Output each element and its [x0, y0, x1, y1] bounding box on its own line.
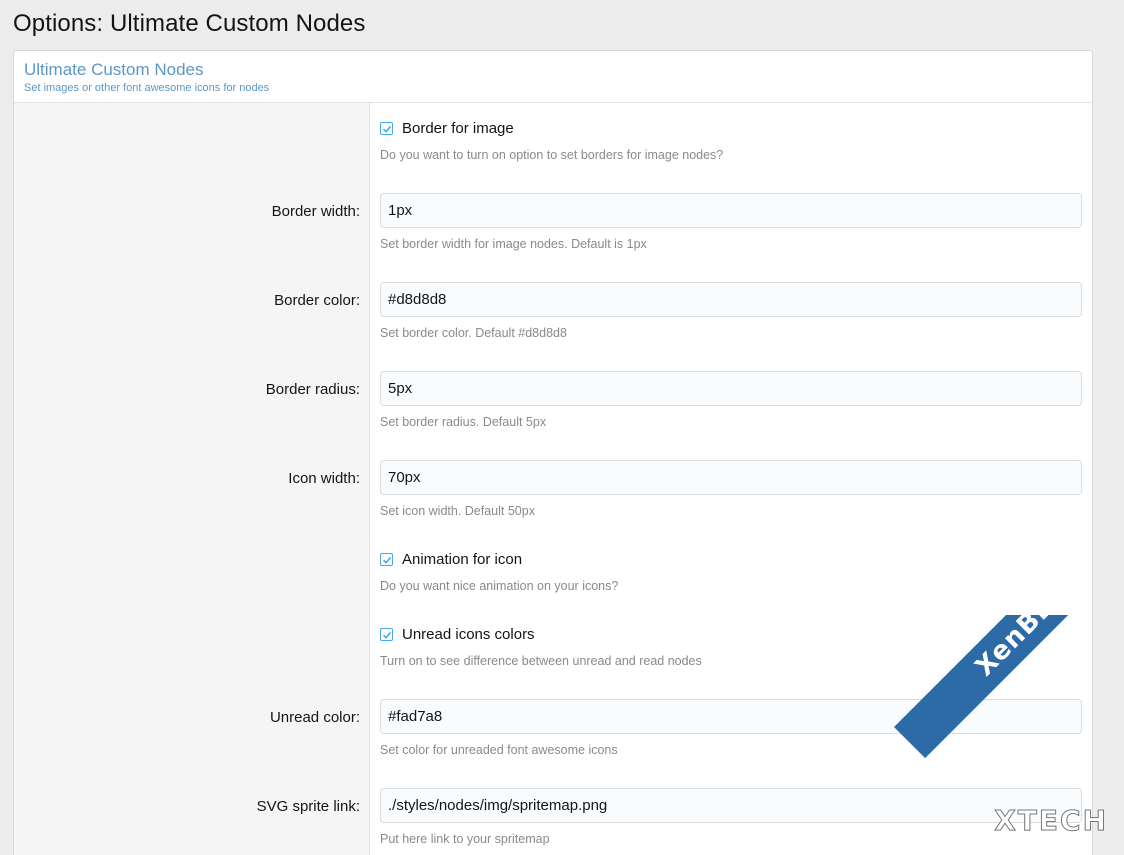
border-radius-label: Border radius:: [265, 381, 360, 398]
unread-icons-colors-checkbox[interactable]: [380, 628, 393, 641]
unread-icons-colors-label: Unread icons colors: [402, 626, 535, 643]
watermark-corner-text: XTECH: [994, 804, 1108, 838]
checkmark-icon: [382, 631, 391, 639]
block-header: Ultimate Custom Nodes Set images or othe…: [14, 51, 1092, 103]
unread-color-input[interactable]: [380, 699, 1082, 734]
border-color-label: Border color:: [274, 292, 360, 309]
border-width-input[interactable]: [380, 193, 1082, 228]
animation-for-icon-label: Animation for icon: [402, 551, 523, 568]
border-color-input[interactable]: [380, 282, 1082, 317]
page-title: Options: Ultimate Custom Nodes: [13, 10, 366, 37]
block-title: Ultimate Custom Nodes: [24, 60, 204, 79]
unread-color-label: Unread color:: [269, 709, 360, 726]
block-description: Set images or other font awesome icons f…: [24, 82, 270, 94]
border-color-hint: Set border color. Default #d8d8d8: [380, 326, 567, 340]
border-width-label: Border width:: [271, 203, 360, 220]
animation-for-icon-hint: Do you want nice animation on your icons…: [380, 579, 619, 593]
unread-color-hint: Set color for unreaded font awesome icon…: [380, 743, 618, 757]
animation-for-icon-option[interactable]: Animation for icon: [380, 551, 522, 568]
unread-icons-colors-hint: Turn on to see difference between unread…: [380, 654, 702, 668]
border-for-image-hint: Do you want to turn on option to set bor…: [380, 148, 724, 162]
options-block: Ultimate Custom Nodes Set images or othe…: [13, 50, 1093, 855]
icon-width-input[interactable]: [380, 460, 1082, 495]
icon-width-label: Icon width:: [288, 470, 360, 487]
icon-width-hint: Set icon width. Default 50px: [380, 504, 535, 518]
options-form: Border for image Do you want to turn on …: [14, 103, 1092, 855]
svg-sprite-link-input[interactable]: [380, 788, 1082, 823]
svg-sprite-link-label: SVG sprite link:: [256, 798, 360, 815]
border-for-image-checkbox[interactable]: [380, 122, 393, 135]
checkmark-icon: [382, 556, 391, 564]
unread-icons-colors-option[interactable]: Unread icons colors: [380, 626, 535, 643]
svg-sprite-link-hint: Put here link to your spritemap: [380, 832, 550, 846]
border-radius-hint: Set border radius. Default 5px: [380, 415, 547, 429]
border-radius-input[interactable]: [380, 371, 1082, 406]
border-for-image-option[interactable]: Border for image: [380, 120, 514, 137]
checkmark-icon: [382, 125, 391, 133]
border-width-hint: Set border width for image nodes. Defaul…: [380, 237, 647, 251]
animation-for-icon-checkbox[interactable]: [380, 553, 393, 566]
border-for-image-label: Border for image: [402, 120, 514, 137]
